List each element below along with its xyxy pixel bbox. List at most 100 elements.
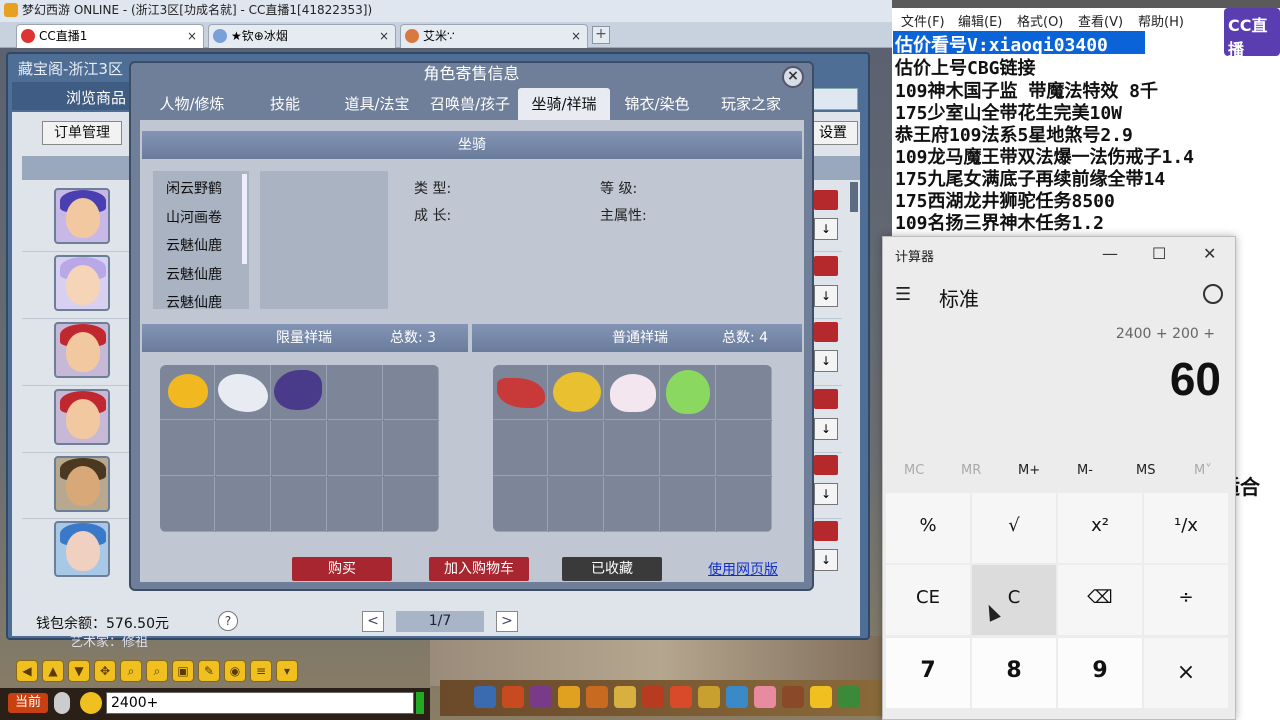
white-fox-pet-icon[interactable] (610, 374, 656, 412)
buy-button[interactable]: 购买 (292, 557, 392, 581)
tab-character[interactable]: 人物/修炼 (146, 88, 238, 120)
item-slot-icon[interactable] (614, 686, 636, 708)
tab-skills[interactable]: 技能 (246, 88, 324, 120)
next-page-button[interactable]: > (496, 611, 518, 632)
divide-button[interactable]: ÷ (1144, 565, 1228, 635)
new-tab-button[interactable]: + (592, 26, 610, 44)
item-slot-icon[interactable] (530, 686, 552, 708)
order-manage-button[interactable]: 订单管理 (42, 121, 122, 145)
chat-bubble-icon[interactable]: ◉ (224, 660, 246, 682)
grid-cell[interactable] (216, 477, 271, 532)
avatar[interactable] (54, 188, 110, 244)
grid-cell[interactable] (493, 477, 548, 532)
digit-8-button[interactable]: 8 (972, 638, 1056, 708)
tab-home[interactable]: 玩家之家 (708, 88, 794, 120)
tab-mounts[interactable]: 坐骑/祥瑞 (518, 88, 610, 120)
grid-cell[interactable] (384, 421, 439, 476)
channel-button[interactable]: 当前 (8, 693, 48, 713)
list-item[interactable]: 山河画卷 (166, 207, 222, 227)
item-slot-icon[interactable] (642, 686, 664, 708)
item-slot-icon[interactable] (698, 686, 720, 708)
item-slot-icon[interactable] (670, 686, 692, 708)
grid-cell[interactable] (717, 477, 772, 532)
memory-list-button[interactable]: M˅ (1194, 463, 1212, 478)
close-tab-icon[interactable]: × (187, 25, 197, 47)
avatar[interactable] (54, 456, 110, 512)
list-scrollbar[interactable] (850, 182, 858, 212)
memory-add-button[interactable]: M+ (1018, 463, 1040, 478)
dropdown-icon[interactable]: ▾ (276, 660, 298, 682)
search-icon[interactable] (808, 88, 858, 110)
grid-cell[interactable] (160, 477, 215, 532)
avatar[interactable] (54, 521, 110, 577)
grid-cell[interactable] (549, 477, 604, 532)
emoji-icon[interactable] (80, 692, 102, 714)
row-arrow-icon[interactable]: ↓ (814, 418, 838, 440)
menu-file[interactable]: 文件(F) (901, 11, 945, 30)
maximize-icon[interactable]: ☐ (1152, 244, 1166, 263)
close-icon[interactable]: × (782, 66, 804, 88)
move-icon[interactable]: ✥ (94, 660, 116, 682)
list-item[interactable]: 云魅仙鹿 (166, 264, 222, 284)
item-slot-icon[interactable] (838, 686, 860, 708)
row-arrow-icon[interactable]: ↓ (814, 285, 838, 307)
row-arrow-icon[interactable]: ↓ (814, 350, 838, 372)
item-slot-icon[interactable] (558, 686, 580, 708)
grid-cell[interactable] (160, 421, 215, 476)
green-blob-pet-icon[interactable] (666, 370, 710, 414)
memory-recall-button[interactable]: MR (961, 463, 981, 478)
percent-button[interactable]: % (886, 493, 970, 563)
avatar[interactable] (54, 389, 110, 445)
grid-cell[interactable] (272, 421, 327, 476)
close-icon[interactable]: ✕ (1203, 244, 1216, 263)
grid-cell[interactable] (272, 477, 327, 532)
clear-button[interactable]: C (972, 565, 1056, 635)
arrow-left-icon[interactable]: ◀ (16, 660, 38, 682)
reciprocal-button[interactable]: ¹/x (1144, 493, 1228, 563)
memory-clear-button[interactable]: MC (904, 463, 924, 478)
mount-list-scrollbar[interactable] (242, 174, 247, 264)
avatar[interactable] (54, 255, 110, 311)
row-arrow-icon[interactable]: ↓ (814, 549, 838, 571)
item-slot-icon[interactable] (810, 686, 832, 708)
menu-edit[interactable]: 编辑(E) (958, 11, 1002, 30)
backspace-button[interactable]: ⌫ (1058, 565, 1142, 635)
minimize-icon[interactable]: — (1102, 244, 1118, 263)
grid-cell[interactable] (549, 421, 604, 476)
grid-cell[interactable] (216, 421, 271, 476)
tab-player-2[interactable]: ★钦⊕冰烟 × (208, 24, 396, 48)
digit-7-button[interactable]: 7 (886, 638, 970, 708)
grid-cell[interactable] (384, 365, 439, 420)
memory-subtract-button[interactable]: M- (1077, 463, 1093, 478)
menu-format[interactable]: 格式(O) (1017, 11, 1063, 30)
grid-cell[interactable] (493, 421, 548, 476)
row-arrow-icon[interactable]: ↓ (814, 483, 838, 505)
row-action-button[interactable] (814, 322, 838, 342)
row-action-button[interactable] (814, 455, 838, 475)
tab-player-3[interactable]: 艾米∵ × (400, 24, 588, 48)
prev-page-button[interactable]: < (362, 611, 384, 632)
close-tab-icon[interactable]: × (379, 25, 389, 47)
grid-cell[interactable] (384, 477, 439, 532)
grid-cell[interactable] (661, 421, 716, 476)
sqrt-button[interactable]: √ (972, 493, 1056, 563)
square-button[interactable]: x² (1058, 493, 1142, 563)
arrow-down-icon[interactable]: ▼ (68, 660, 90, 682)
web-version-link[interactable]: 使用网页版 (708, 559, 778, 579)
row-arrow-icon[interactable]: ↓ (814, 218, 838, 240)
tab-items[interactable]: 道具/法宝 (334, 88, 420, 120)
item-slot-icon[interactable] (586, 686, 608, 708)
row-action-button[interactable] (814, 389, 838, 409)
tab-pets[interactable]: 召唤兽/孩子 (424, 88, 516, 120)
chat-input[interactable]: 2400+ (106, 692, 414, 714)
grid-cell[interactable] (328, 421, 383, 476)
add-cart-button[interactable]: 加入购物车 (429, 557, 529, 581)
history-icon[interactable] (1203, 284, 1223, 304)
lock-icon[interactable]: ▣ (172, 660, 194, 682)
help-button[interactable]: ? (218, 611, 238, 631)
grid-cell[interactable] (328, 477, 383, 532)
row-action-button[interactable] (814, 256, 838, 276)
digit-9-button[interactable]: 9 (1058, 638, 1142, 708)
row-action-button[interactable] (814, 521, 838, 541)
zoom-in-icon[interactable]: ⌕ (146, 660, 168, 682)
